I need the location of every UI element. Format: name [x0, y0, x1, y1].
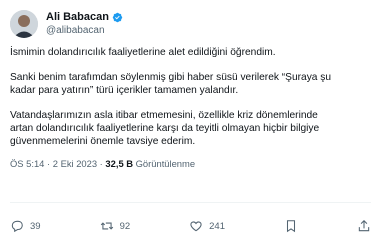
tweet-text: İsmimin dolandırıcılık faaliyetlerine al…: [10, 46, 371, 148]
like-icon: [190, 221, 202, 232]
retweet-button[interactable]: 92: [100, 219, 131, 233]
action-bar: 39 92 241: [10, 216, 371, 236]
bookmark-button[interactable]: [284, 219, 298, 233]
tweet-paragraph-3: Vatandaşlarımızın asla itibar etmemesini…: [10, 110, 320, 147]
tweet-paragraph-2: Sanki benim tarafımdan söylenmiş gibi ha…: [10, 72, 332, 96]
tweet-time[interactable]: ÖS 5:14: [10, 158, 44, 169]
tweet-date[interactable]: 2 Eki 2023: [53, 158, 97, 169]
bookmark-icon: [286, 220, 295, 233]
meta-separator: ·: [47, 158, 51, 169]
avatar[interactable]: [10, 10, 38, 38]
like-count: 241: [209, 220, 225, 232]
share-icon: [358, 220, 370, 232]
like-button[interactable]: 241: [189, 219, 225, 233]
views-count: 32,5 B: [105, 158, 134, 169]
meta-separator: ·: [99, 158, 103, 169]
author-info: Ali Babacan @alibabacan: [46, 11, 123, 37]
share-button[interactable]: [357, 219, 371, 233]
divider: [10, 202, 371, 203]
tweet-card: Ali Babacan @alibabacan İsmimin dolandır…: [0, 0, 381, 245]
tweet-header: Ali Babacan @alibabacan: [10, 6, 371, 42]
reply-button[interactable]: 39: [10, 219, 41, 233]
avatar-image: [10, 10, 38, 38]
author-handle[interactable]: @alibabacan: [46, 24, 123, 37]
reply-count: 39: [30, 220, 41, 232]
tweet-meta: ÖS 5:14 · 2 Eki 2023 · 32,5 B Görüntülen…: [10, 158, 371, 169]
views-label: Görüntülenme: [135, 158, 196, 169]
reply-icon: [11, 220, 23, 233]
verified-badge-icon: [112, 12, 123, 23]
retweet-icon: [100, 222, 113, 230]
author-name[interactable]: Ali Babacan: [46, 11, 109, 24]
tweet-paragraph-1: İsmimin dolandırıcılık faaliyetlerine al…: [10, 47, 276, 58]
retweet-count: 92: [119, 220, 131, 232]
